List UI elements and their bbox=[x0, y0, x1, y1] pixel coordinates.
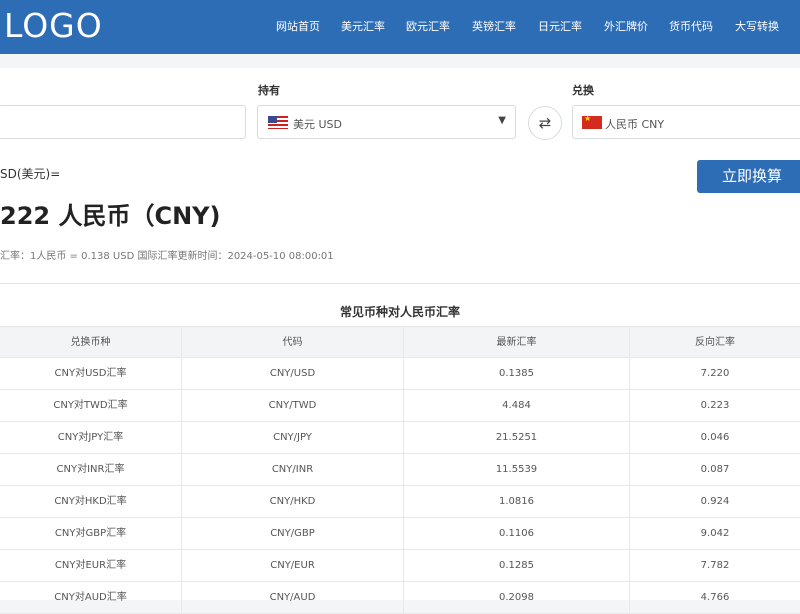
table-cell: 9.042 bbox=[700, 528, 730, 539]
nav-home[interactable]: 网站首页 bbox=[276, 18, 320, 34]
table-cell: 7.220 bbox=[700, 368, 730, 379]
table-cell: 0.046 bbox=[700, 432, 730, 443]
table-cell: 21.5251 bbox=[404, 422, 630, 454]
table-cell: 0.2098 bbox=[404, 582, 630, 614]
table-cell: CNY对USD汇率 bbox=[0, 358, 182, 390]
rates-table: 兑换币种 代码 最新汇率 反向汇率 CNY对USD汇率 CNY/USD 0.1385… bbox=[0, 326, 800, 614]
table-cell: CNY对EUR汇率 bbox=[0, 550, 182, 582]
amount-input[interactable] bbox=[0, 105, 246, 139]
table-cell: CNY对GBP汇率 bbox=[0, 518, 182, 550]
table-row: CNY对TWD汇率 CNY/TWD 4.484 0.223 bbox=[0, 390, 800, 422]
hold-currency-value: 美元 USD bbox=[293, 118, 343, 131]
rate-update-info: 汇率：1人民币 = 0.138 USD 国际汇率更新时间：2024-05-10 … bbox=[0, 251, 334, 262]
cn-flag-icon bbox=[582, 114, 602, 129]
swap-arrows-icon: ⇄ bbox=[538, 114, 552, 132]
table-cell: CNY对INR汇率 bbox=[0, 454, 182, 486]
table-cell: 7.782 bbox=[700, 560, 730, 571]
exchange-currency-select[interactable]: 人民币 CNY bbox=[572, 105, 800, 139]
table-cell: 0.1385 bbox=[404, 358, 630, 390]
nav-eur-rate[interactable]: 欧元汇率 bbox=[406, 18, 450, 34]
table-cell: CNY/TWD bbox=[182, 390, 404, 422]
table-row: CNY对JPY汇率 CNY/JPY 21.5251 0.046 bbox=[0, 422, 800, 454]
table-cell: CNY对JPY汇率 bbox=[0, 422, 182, 454]
table-cell: 0.1285 bbox=[404, 550, 630, 582]
swap-currencies-button[interactable]: ⇄ bbox=[528, 106, 562, 140]
us-flag-icon bbox=[268, 116, 288, 129]
nav-forex-quotes[interactable]: 外汇牌价 bbox=[604, 18, 648, 34]
table-cell: CNY对AUD汇率 bbox=[0, 582, 182, 614]
table-row: CNY对AUD汇率 CNY/AUD 0.2098 4.766 bbox=[0, 582, 800, 614]
table-row: CNY对GBP汇率 CNY/GBP 0.1106 9.042 bbox=[0, 518, 800, 550]
table-cell: CNY/GBP bbox=[182, 518, 404, 550]
source-currency-text: SD(美元)= bbox=[0, 167, 61, 181]
nav-currency-codes[interactable]: 货币代码 bbox=[669, 18, 713, 34]
table-cell: 1.0816 bbox=[404, 486, 630, 518]
table-cell: CNY/JPY bbox=[182, 422, 404, 454]
table-cell: 11.5539 bbox=[404, 454, 630, 486]
table-cell: 0.087 bbox=[700, 464, 730, 475]
column-header: 反向汇率 bbox=[695, 337, 735, 348]
chevron-down-icon: ▼ bbox=[498, 115, 506, 126]
table-cell: CNY对HKD汇率 bbox=[0, 486, 182, 518]
table-row: CNY对INR汇率 CNY/INR 11.5539 0.087 bbox=[0, 454, 800, 486]
nav-gbp-rate[interactable]: 英镑汇率 bbox=[472, 18, 516, 34]
top-navbar: LOGO 网站首页 美元汇率 欧元汇率 英镑汇率 日元汇率 外汇牌价 货币代码 … bbox=[0, 0, 800, 54]
conversion-result: 222 人民币（CNY) bbox=[0, 202, 221, 230]
table-cell: CNY/AUD bbox=[182, 582, 404, 614]
table-cell: CNY/EUR bbox=[182, 550, 404, 582]
hold-currency-select[interactable]: 美元 USD ▼ bbox=[257, 105, 516, 139]
rates-table-title: 常见币种对人民币汇率 bbox=[339, 305, 460, 319]
site-logo[interactable]: LOGO bbox=[4, 6, 103, 45]
table-row: CNY对EUR汇率 CNY/EUR 0.1285 7.782 bbox=[0, 550, 800, 582]
table-header-row: 兑换币种 代码 最新汇率 反向汇率 bbox=[0, 326, 800, 359]
table-cell: 0.223 bbox=[700, 400, 730, 411]
hold-label: 持有 bbox=[258, 84, 280, 97]
table-cell: CNY/USD bbox=[182, 358, 404, 390]
table-cell: 4.484 bbox=[404, 390, 630, 422]
nav-jpy-rate[interactable]: 日元汇率 bbox=[538, 18, 582, 34]
table-cell: 0.1106 bbox=[404, 518, 630, 550]
column-header: 最新汇率 bbox=[404, 327, 630, 359]
table-cell: CNY/INR bbox=[182, 454, 404, 486]
table-cell: CNY/HKD bbox=[182, 486, 404, 518]
table-cell: 4.766 bbox=[700, 592, 730, 603]
exchange-currency-value: 人民币 CNY bbox=[605, 118, 665, 131]
exchange-label: 兑换 bbox=[572, 84, 594, 97]
nav-uppercase-convert[interactable]: 大写转换 bbox=[735, 18, 779, 34]
table-row: CNY对HKD汇率 CNY/HKD 1.0816 0.924 bbox=[0, 486, 800, 518]
convert-button[interactable]: 立即换算 bbox=[697, 160, 800, 193]
table-cell: CNY对TWD汇率 bbox=[0, 390, 182, 422]
table-cell: 0.924 bbox=[700, 496, 730, 507]
table-row: CNY对USD汇率 CNY/USD 0.1385 7.220 bbox=[0, 358, 800, 390]
nav-usd-rate[interactable]: 美元汇率 bbox=[341, 18, 385, 34]
column-header: 代码 bbox=[182, 327, 404, 359]
column-header: 兑换币种 bbox=[0, 327, 182, 359]
